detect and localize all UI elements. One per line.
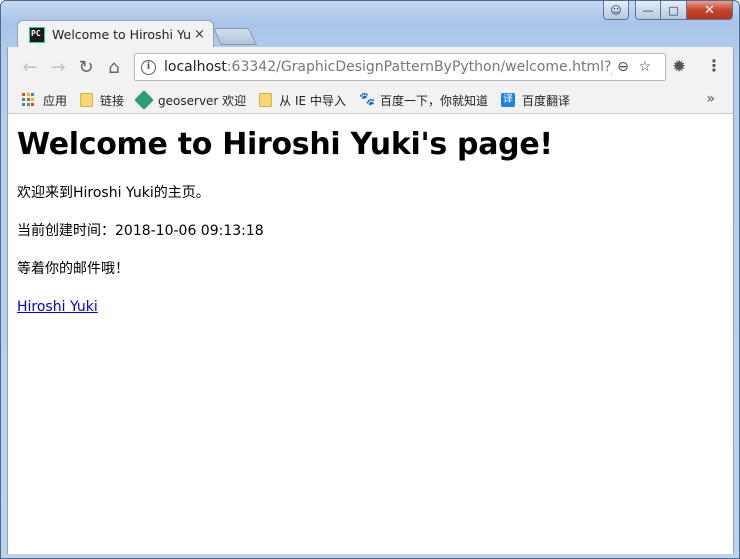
bookmark-label: 百度一下，你就知道 bbox=[379, 93, 488, 108]
folder-icon bbox=[259, 93, 273, 107]
welcome-text: 欢迎来到Hiroshi Yuki的主页。 bbox=[17, 185, 210, 201]
toolbar: ← → ↻ ⌂ i localhost:63342/GraphicDesignP… bbox=[7, 47, 734, 87]
zoom-icon[interactable]: ⊖ bbox=[612, 59, 634, 75]
bookmark-ie-import-folder[interactable]: 从 IE 中导入 bbox=[259, 92, 346, 109]
bookmark-baidu-translate[interactable]: 译 百度翻译 bbox=[500, 92, 570, 109]
bookmark-label: geoserver 欢迎 bbox=[158, 93, 247, 108]
close-window-button[interactable]: ✕ bbox=[687, 1, 733, 20]
bookmarks-bar: 应用 链接 geoserver 欢迎 从 IE 中导入 🐾 百度一下，你就知道 … bbox=[7, 87, 734, 114]
url-text[interactable]: localhost:63342/GraphicDesignPatternByPy… bbox=[164, 59, 612, 75]
new-tab-button[interactable] bbox=[213, 28, 257, 45]
apps-grid-icon bbox=[22, 93, 36, 107]
minimize-button[interactable]: — bbox=[635, 1, 661, 20]
page-heading: Welcome to Hiroshi Yuki's page! bbox=[17, 127, 553, 162]
extension-icon[interactable]: ✹ bbox=[672, 57, 686, 77]
maximize-button[interactable]: □ bbox=[661, 1, 687, 20]
chrome-menu-icon[interactable]: ⋮ bbox=[706, 56, 722, 75]
created-time-text: 当前创建时间：2018-10-06 09:13:18 bbox=[17, 223, 264, 239]
bookmark-label: 链接 bbox=[100, 93, 125, 108]
baidu-paw-icon: 🐾 bbox=[358, 92, 376, 107]
url-host: localhost bbox=[164, 59, 227, 75]
back-icon[interactable]: ← bbox=[16, 53, 44, 81]
bookmark-apps[interactable]: 应用 bbox=[22, 92, 67, 109]
url-path: :63342/GraphicDesignPatternByPython/welc… bbox=[226, 59, 612, 75]
waiting-text: 等着你的邮件哦！ bbox=[17, 261, 129, 277]
tab-title: Welcome to Hiroshi Yuki bbox=[52, 27, 190, 42]
bookmark-label: 从 IE 中导入 bbox=[279, 93, 346, 108]
geoserver-icon bbox=[134, 90, 154, 110]
bookmark-star-icon[interactable]: ☆ bbox=[634, 59, 656, 75]
bookmark-label: 百度翻译 bbox=[521, 93, 570, 108]
page-content: Welcome to Hiroshi Yuki's page! 欢迎来到Hiro… bbox=[7, 114, 734, 554]
hiroshi-yuki-link[interactable]: Hiroshi Yuki bbox=[17, 299, 98, 315]
forward-icon[interactable]: → bbox=[44, 53, 72, 81]
browser-window: ☺ — □ ✕ PC _ Welcome to Hiroshi Yuki × ← … bbox=[0, 0, 740, 559]
user-profile-button[interactable]: ☺ bbox=[603, 1, 629, 20]
pycharm-icon: PC _ bbox=[29, 26, 45, 47]
site-info-icon[interactable]: i bbox=[141, 59, 156, 75]
more-bookmarks-icon[interactable]: » bbox=[706, 91, 715, 107]
home-icon[interactable]: ⌂ bbox=[100, 53, 128, 81]
reload-icon[interactable]: ↻ bbox=[72, 53, 100, 81]
address-bar[interactable]: i localhost:63342/GraphicDesignPatternBy… bbox=[134, 53, 666, 81]
bookmark-links-folder[interactable]: 链接 bbox=[80, 92, 124, 109]
tab-welcome[interactable]: PC _ Welcome to Hiroshi Yuki × bbox=[17, 20, 214, 48]
folder-icon bbox=[80, 93, 94, 107]
bookmark-geoserver[interactable]: geoserver 欢迎 bbox=[134, 90, 247, 110]
window-controls: ☺ — □ ✕ bbox=[603, 1, 733, 21]
bookmark-baidu[interactable]: 🐾 百度一下，你就知道 bbox=[359, 92, 488, 109]
baidu-translate-icon: 译 bbox=[500, 93, 515, 107]
bookmark-label: 应用 bbox=[43, 93, 68, 108]
tab-close-icon[interactable]: × bbox=[194, 27, 205, 42]
